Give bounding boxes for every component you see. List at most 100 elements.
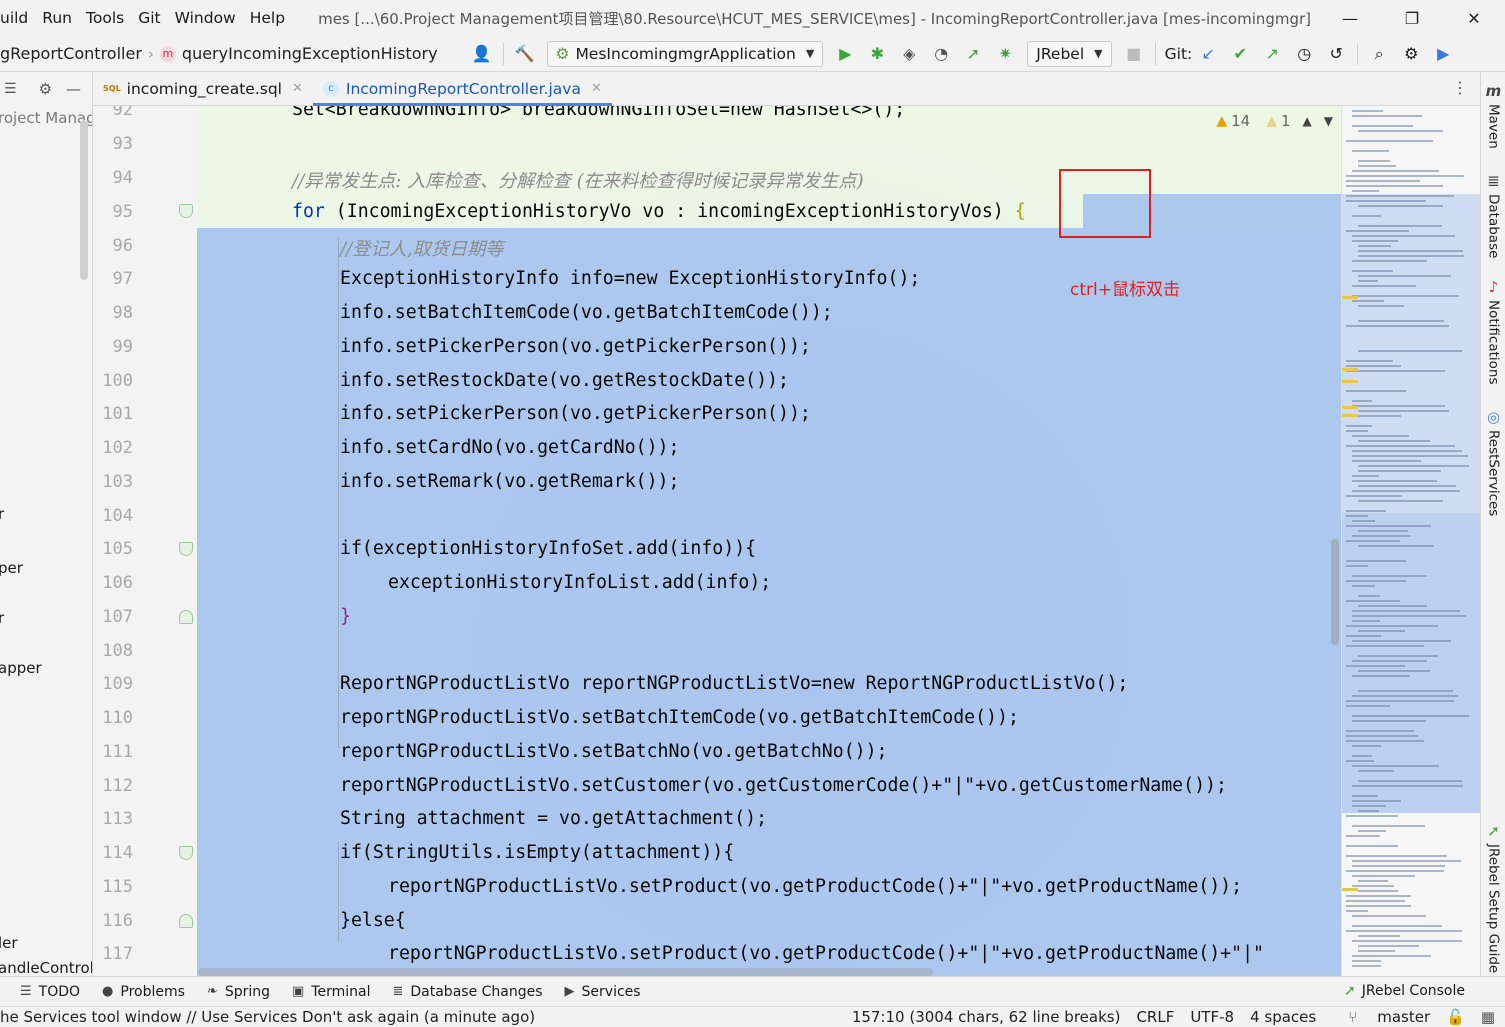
tool-todo[interactable]: ☰ TODO [20, 984, 80, 1000]
stop-icon[interactable]: ■ [1123, 43, 1145, 65]
line-separator[interactable]: CRLF [1136, 1008, 1174, 1026]
run-icon[interactable]: ▶ [834, 43, 856, 65]
close-icon[interactable]: ✕ [292, 81, 303, 96]
right-tool-strip: m Maven ≣ Database ♪ Notifications ◎ Res… [1480, 72, 1505, 976]
tree-item[interactable]: ler [0, 934, 18, 952]
tool-jrebel-console[interactable]: ➚ JRebel Console [1344, 983, 1465, 999]
debug-icon[interactable]: ✱ [866, 43, 888, 65]
tree-item[interactable]: r [0, 505, 4, 523]
minimap-line [1352, 300, 1384, 302]
tool-notifications[interactable]: ♪ Notifications [1481, 278, 1505, 385]
fold-marker-icon[interactable] [179, 914, 193, 928]
minimap-line [1352, 940, 1462, 942]
database-icon: ≣ [1487, 172, 1500, 190]
build-hammer-icon[interactable]: 🔨 [514, 43, 536, 65]
breadcrumb-method[interactable]: m queryIncomingExceptionHistory [159, 44, 438, 63]
fold-marker-icon[interactable] [179, 610, 193, 624]
memory-indicator-icon[interactable]: ▦ [1481, 1008, 1495, 1026]
lock-icon[interactable]: 🔓 [1446, 1008, 1465, 1026]
tool-database[interactable]: ≣ Database [1481, 172, 1505, 258]
coverage-icon[interactable]: ◈ [898, 43, 920, 65]
jrebel-icon: ➚ [1487, 822, 1500, 840]
bottom-tool-bar: ☰ TODO ● Problems ❧ Spring ▣ Terminal ≣ Datab… [0, 976, 1505, 1006]
minimap-line [1346, 560, 1406, 562]
chevron-up-icon[interactable]: ▲ [1303, 114, 1312, 128]
line-number: 117 [102, 944, 133, 964]
warning-count: 14 [1231, 112, 1251, 130]
tool-services[interactable]: ▶ Services [565, 984, 641, 1000]
tool-maven[interactable]: m Maven [1481, 82, 1505, 149]
vertical-scrollbar[interactable] [1331, 539, 1339, 645]
tool-problems[interactable]: ● Problems [102, 984, 185, 1000]
tool-spring[interactable]: ❧ Spring [207, 984, 270, 1000]
tool-restservices[interactable]: ◎ RestServices [1481, 408, 1505, 516]
minimap-line [1358, 410, 1449, 412]
tab-incoming-report-controller[interactable]: c IncomingReportController.java ✕ [312, 72, 612, 106]
project-scrollbar[interactable] [80, 120, 88, 280]
breadcrumb-class-label: gReportController [0, 44, 142, 63]
tool-terminal[interactable]: ▣ Terminal [292, 984, 370, 1000]
minimap-line [1358, 880, 1388, 882]
gear-icon[interactable]: ⚙ [1400, 43, 1422, 65]
menu-tools[interactable]: Tools [79, 9, 131, 27]
caret-position[interactable]: 157:10 (3004 chars, 62 line breaks) [852, 1008, 1121, 1026]
minimap-line [1358, 890, 1398, 892]
minimap-line [1352, 875, 1415, 877]
run-config-selector[interactable]: ⚙ MesIncomingmgrApplication ▼ [546, 40, 824, 67]
chevron-down-icon[interactable]: ▼ [1324, 114, 1333, 128]
minimap-line [1358, 655, 1438, 657]
jrebel-debug-icon[interactable]: ✷ [994, 43, 1016, 65]
indent-setting[interactable]: 4 spaces [1250, 1008, 1316, 1026]
rollback-icon[interactable]: ↺ [1325, 43, 1347, 65]
code-editor[interactable]: 92 93 94 95 96 97 98 99 100 101 102 103 … [93, 106, 1341, 976]
more-options-icon[interactable]: ⋮ [1452, 78, 1468, 97]
line-number: 109 [102, 674, 133, 694]
menu-window[interactable]: Window [168, 9, 243, 27]
tree-item[interactable]: andleControl [0, 959, 92, 976]
tree-item[interactable]: r [0, 609, 4, 627]
menu-build[interactable]: uild [0, 9, 35, 27]
maximize-button[interactable]: ❐ [1381, 0, 1443, 36]
horizontal-scrollbar[interactable] [198, 968, 933, 976]
hide-panel-icon[interactable]: — [66, 80, 81, 98]
tool-database-changes[interactable]: ≣ Database Changes [392, 984, 542, 1000]
fold-marker-icon[interactable] [179, 846, 193, 860]
inspection-widget[interactable]: ▲ 14 ▲ 1 ▲ ▼ [1216, 112, 1333, 130]
breadcrumb-class[interactable]: gReportController [0, 44, 142, 63]
tab-incoming-create-sql[interactable]: SQL incoming_create.sql ✕ [93, 72, 313, 106]
minimize-button[interactable]: — [1319, 0, 1381, 36]
tree-item[interactable]: apper [0, 659, 42, 677]
close-window-button[interactable]: ✕ [1443, 0, 1505, 36]
file-encoding[interactable]: UTF-8 [1190, 1008, 1234, 1026]
history-icon[interactable]: ◷ [1293, 43, 1315, 65]
minimap-line [1346, 900, 1405, 902]
profile-icon[interactable]: ◔ [930, 43, 952, 65]
code-minimap[interactable] [1341, 106, 1480, 976]
tree-item[interactable]: per [0, 559, 23, 577]
git-push-icon[interactable]: ↗ [1261, 43, 1283, 65]
status-message[interactable]: he Services tool window // Use Services … [0, 1008, 535, 1026]
git-update-icon[interactable]: ↙ [1197, 43, 1219, 65]
minimap-line [1346, 510, 1386, 512]
minimap-line [1358, 465, 1469, 467]
collapse-all-icon[interactable]: ☰ [4, 81, 17, 97]
line-number: 104 [102, 506, 133, 526]
fold-marker-icon[interactable] [179, 204, 193, 218]
ide-logo-icon[interactable]: ▶ [1432, 43, 1454, 65]
gear-icon[interactable]: ⚙ [39, 80, 52, 98]
menu-git[interactable]: Git [131, 9, 167, 27]
user-icon[interactable]: 👤 [471, 43, 493, 65]
close-icon[interactable]: ✕ [591, 81, 602, 96]
jrebel-selector[interactable]: JRebel ▼ [1027, 40, 1112, 67]
minimap-line [1358, 305, 1404, 307]
line-number: 99 [112, 337, 133, 357]
menu-run[interactable]: Run [35, 9, 79, 27]
fold-marker-icon[interactable] [179, 542, 193, 556]
git-commit-icon[interactable]: ✔ [1229, 43, 1251, 65]
tool-jrebel-setup-guide[interactable]: ➚ JRebel Setup Guide [1481, 822, 1505, 973]
warning-icon: ▲ [1216, 113, 1228, 129]
jrebel-run-icon[interactable]: ➚ [962, 43, 984, 65]
menu-help[interactable]: Help [243, 9, 292, 27]
git-branch[interactable]: ⑂ master [1332, 1008, 1430, 1026]
search-icon[interactable]: ⌕ [1368, 43, 1390, 65]
